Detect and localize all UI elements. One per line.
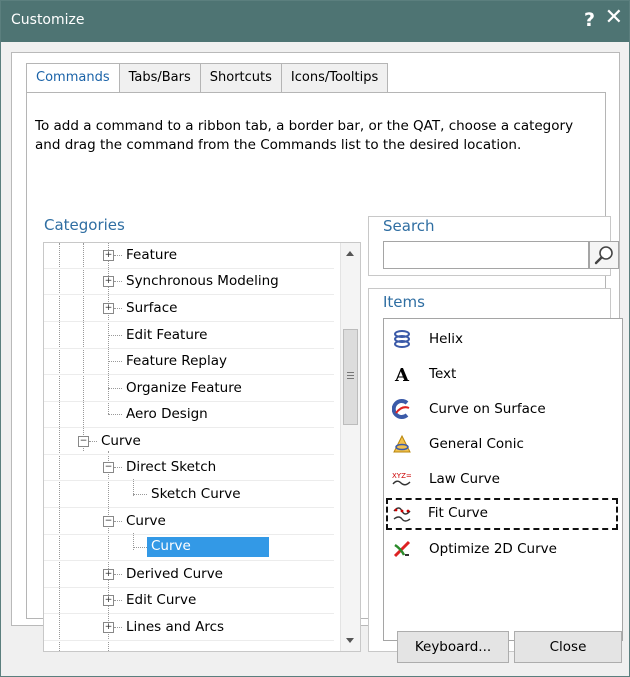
category-item-organize-feature[interactable]: Organize Feature: [44, 376, 334, 402]
tab-commands[interactable]: Commands: [26, 63, 120, 95]
optimize-2d-curve-icon: [393, 540, 411, 558]
category-item-edit-curve[interactable]: + Edit Curve: [44, 588, 334, 614]
item-text[interactable]: A Text: [387, 360, 617, 388]
search-heading: Search: [383, 217, 435, 235]
category-item-surface[interactable]: + Surface: [44, 296, 334, 322]
item-curve-on-surface[interactable]: Curve on Surface: [387, 395, 617, 423]
category-item-feature[interactable]: + Feature: [44, 243, 334, 269]
commands-tab-panel: To add a command to a ribbon tab, a bord…: [26, 92, 623, 652]
category-item-sketch-curve[interactable]: Sketch Curve: [44, 482, 334, 508]
customize-dialog: Customize ? ✕ Commands Tabs/Bars Shortcu…: [0, 0, 630, 677]
expand-icon[interactable]: +: [103, 622, 114, 633]
category-item-curve-selected[interactable]: Curve: [44, 535, 334, 561]
instructions-text: To add a command to a ribbon tab, a bord…: [35, 118, 574, 153]
item-optimize-2d-curve[interactable]: Optimize 2D Curve: [387, 535, 617, 563]
law-curve-icon: XYZ=: [392, 472, 412, 486]
items-list: Helix A Text Curve on Surface General Co…: [383, 318, 623, 641]
category-item-curve[interactable]: − Curve: [44, 429, 334, 455]
items-heading: Items: [383, 293, 425, 311]
expand-icon[interactable]: +: [103, 595, 114, 606]
search-input[interactable]: [383, 241, 589, 269]
category-item-derived-curve[interactable]: + Derived Curve: [44, 562, 334, 588]
expand-icon[interactable]: +: [103, 303, 114, 314]
keyboard-button[interactable]: Keyboard...: [397, 631, 509, 663]
svg-text:A: A: [394, 365, 410, 384]
item-helix[interactable]: Helix: [387, 325, 617, 353]
category-item-direct-sketch[interactable]: − Direct Sketch: [44, 455, 334, 481]
helix-icon: [394, 330, 410, 348]
search-button[interactable]: [589, 241, 619, 269]
close-button[interactable]: Close: [514, 631, 622, 663]
scroll-down-icon[interactable]: [346, 638, 354, 643]
title-bar[interactable]: Customize ? ✕: [1, 1, 629, 42]
general-conic-icon: [393, 434, 411, 453]
expand-icon[interactable]: +: [103, 276, 114, 287]
item-law-curve[interactable]: XYZ= Law Curve: [387, 465, 617, 493]
dialog-body: Commands Tabs/Bars Shortcuts Icons/Toolt…: [11, 52, 623, 652]
categories-heading: Categories: [44, 216, 125, 234]
category-item-aero-design[interactable]: Aero Design: [44, 402, 334, 428]
category-item-feature-replay[interactable]: Feature Replay: [44, 349, 334, 375]
categories-scrollbar[interactable]: [340, 243, 360, 651]
item-general-conic[interactable]: General Conic: [387, 430, 617, 458]
collapse-icon[interactable]: −: [103, 516, 114, 527]
category-item-lines-and-arcs[interactable]: + Lines and Arcs: [44, 615, 334, 641]
items-panel: Items Helix A Text Curve on Surface Gene…: [368, 288, 623, 652]
category-item-curve-sub[interactable]: − Curve: [44, 509, 334, 535]
collapse-icon[interactable]: −: [103, 462, 114, 473]
category-item-edit-feature[interactable]: Edit Feature: [44, 323, 334, 349]
magnifier-icon: [594, 246, 613, 265]
help-button[interactable]: ?: [584, 9, 595, 31]
tab-icons-tooltips[interactable]: Icons/Tooltips: [280, 63, 389, 93]
scroll-up-icon[interactable]: [346, 251, 354, 256]
tab-shortcuts[interactable]: Shortcuts: [199, 63, 282, 93]
fit-curve-icon: [393, 507, 411, 522]
item-fit-curve[interactable]: Fit Curve: [386, 498, 618, 530]
expand-icon[interactable]: +: [103, 250, 114, 261]
category-item-synchronous-modeling[interactable]: + Synchronous Modeling: [44, 269, 334, 295]
tab-tabs-bars[interactable]: Tabs/Bars: [118, 63, 201, 93]
search-panel: Search: [368, 216, 619, 276]
categories-tree: + Feature + Synchronous Modeling + Surfa…: [43, 242, 361, 652]
curve-on-surface-icon: [392, 399, 410, 419]
collapse-icon[interactable]: −: [78, 436, 89, 447]
expand-icon[interactable]: +: [103, 569, 114, 580]
svg-text:XYZ=: XYZ=: [392, 472, 412, 480]
scroll-thumb[interactable]: [343, 329, 358, 425]
dialog-title: Customize: [11, 12, 85, 28]
text-icon: A: [394, 365, 410, 384]
tab-strip: Commands Tabs/Bars Shortcuts Icons/Toolt…: [26, 63, 389, 95]
close-window-button[interactable]: ✕: [605, 7, 623, 29]
